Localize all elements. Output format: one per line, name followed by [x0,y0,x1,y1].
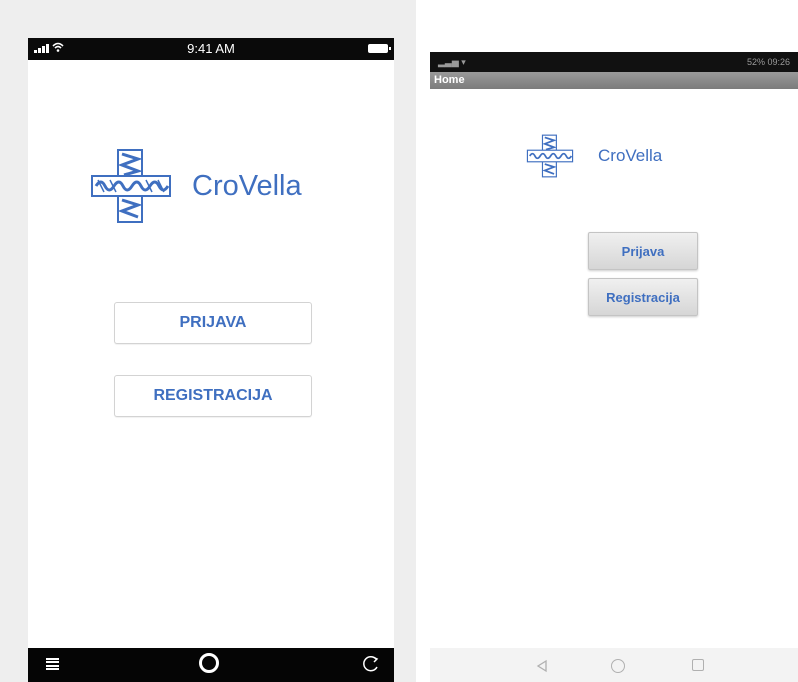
login-button[interactable]: Prijava [588,232,698,270]
register-button[interactable]: Registracija [588,278,698,316]
ios-status-bar: 9:41 AM [28,38,394,60]
status-right: 52% 09:26 [746,57,790,67]
brand-name: CroVella [192,169,302,202]
signal-icon: ▂▃▅ ▾ [438,57,466,67]
register-button[interactable]: REGISTRACIJA [114,375,312,417]
recents-icon[interactable] [692,659,704,671]
home-icon[interactable] [611,659,625,673]
page-title: Home [430,72,798,89]
brand-name: CroVella [598,146,663,165]
menu-icon[interactable] [46,658,59,670]
status-time: 9:41 AM [187,41,235,56]
android-status-bar: ▂▃▅ ▾ 52% 09:26 [430,52,798,72]
ios-screen: 9:41 AM CroVella PRIJAVA REGISTRACIJA [28,38,394,682]
back-icon[interactable] [535,659,549,673]
android-nav-bar [430,648,798,682]
refresh-icon[interactable] [362,655,380,673]
medical-cross-logo-icon [526,134,574,178]
login-button[interactable]: PRIJAVA [114,302,312,344]
android-phone-screen: ▂▃▅ ▾ 52% 09:26 Home CroVella Prijava Re… [430,52,798,682]
medical-cross-logo-icon [91,149,171,223]
battery-icon [368,44,391,53]
home-icon[interactable] [199,653,219,673]
app-logo: CroVella [520,134,662,178]
app-logo: CroVella [88,148,302,224]
ios-phone-mockup: 9:41 AM CroVella PRIJAVA REGISTRACIJA [0,0,416,682]
ios-bottom-nav [28,648,394,682]
